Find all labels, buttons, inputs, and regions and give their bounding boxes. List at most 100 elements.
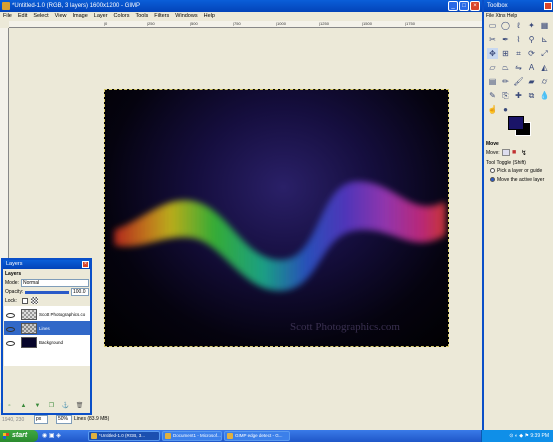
taskbar-item[interactable]: Document1 - Microsof... — [162, 431, 222, 441]
opacity-field[interactable]: 100.0 — [71, 288, 89, 296]
lock-label: Lock: — [5, 298, 17, 304]
menu-image[interactable]: Image — [72, 12, 87, 21]
zoom-select[interactable]: 50% — [56, 415, 72, 424]
move-layer-mode-icon[interactable] — [502, 149, 510, 156]
raise-layer-icon[interactable]: ▲ — [19, 402, 28, 410]
menu-colors[interactable]: Colors — [114, 12, 130, 21]
rect-select-icon[interactable]: ▭ — [487, 20, 498, 31]
image-canvas[interactable]: Scott Photographics.com — [104, 89, 449, 347]
opacity-slider[interactable] — [25, 291, 69, 294]
text-icon[interactable]: A — [526, 62, 537, 73]
color-select-icon[interactable]: ▦ — [539, 20, 550, 31]
menu-bar: File Edit Select View Image Layer Colors… — [0, 12, 482, 21]
blur-icon[interactable]: 💧 — [539, 90, 550, 101]
scale-icon[interactable]: ⤢ — [539, 48, 550, 59]
menu-select[interactable]: Select — [33, 12, 48, 21]
layer-row[interactable]: Background — [4, 335, 90, 349]
paths-icon[interactable]: ✒ — [500, 34, 511, 45]
perspective-icon[interactable]: ⏢ — [500, 62, 511, 73]
duplicate-layer-icon[interactable]: ❐ — [47, 402, 56, 410]
perspective-clone-icon[interactable]: ⧉ — [526, 90, 537, 101]
new-layer-icon[interactable]: ▫ — [5, 402, 14, 410]
eye-icon[interactable] — [6, 339, 15, 346]
tool-toggle-label: Tool Toggle (Shift) — [486, 160, 526, 166]
mode-label: Mode: — [5, 280, 19, 286]
crop-icon[interactable]: ⌗ — [513, 48, 524, 59]
move-active-label: Move the active layer — [497, 177, 545, 183]
menu-windows[interactable]: Windows — [175, 12, 197, 21]
clone-icon[interactable]: ⎘ — [500, 90, 511, 101]
pencil-icon[interactable]: ✏ — [500, 76, 511, 87]
bucket-fill-icon[interactable]: ◭ — [539, 62, 550, 73]
menu-help[interactable]: Help — [204, 12, 215, 21]
toolbox-close-button[interactable] — [544, 2, 552, 10]
tray-icons[interactable]: ⊙ ◐ ◆ ⚑ — [509, 433, 530, 439]
delete-layer-icon[interactable]: 🗑 — [75, 402, 84, 410]
move-path-mode-icon[interactable]: ↯ — [521, 149, 527, 157]
flip-icon[interactable]: ⇋ — [513, 62, 524, 73]
menu-file[interactable]: File — [3, 12, 12, 21]
lock-alpha-icon[interactable] — [31, 297, 38, 304]
watermark-text: Scott Photographics.com — [290, 321, 400, 333]
pick-layer-option[interactable]: Pick a layer or guide — [490, 168, 542, 174]
eye-icon[interactable] — [6, 325, 15, 332]
layer-name: Lines — [39, 325, 50, 331]
blend-icon[interactable]: ▤ — [487, 76, 498, 87]
layer-row[interactable]: Scott Photographics.co — [4, 307, 90, 321]
maximize-button[interactable]: □ — [459, 1, 469, 11]
layer-row[interactable]: Lines — [4, 321, 90, 335]
move-mode-label: Move: — [486, 150, 500, 156]
taskbar-item[interactable]: *Untitled-1.0 (RGB, 3... — [88, 431, 160, 441]
layers-close-button[interactable]: × — [82, 261, 89, 268]
fuzzy-select-icon[interactable]: ✦ — [526, 20, 537, 31]
layers-header: Layers — [5, 271, 22, 277]
layers-dialog: Layers × Layers Mode: Normal Opacity: 10… — [1, 258, 92, 415]
windows-taskbar: start ◉ ▣ ◈ *Untitled-1.0 (RGB, 3... Doc… — [0, 430, 553, 442]
ellipse-select-icon[interactable]: ◯ — [500, 20, 511, 31]
horizontal-ruler[interactable]: |0 |250 |500 |750 |1000 |1250 |1500 |175… — [9, 21, 482, 28]
free-select-icon[interactable]: ℓ — [513, 20, 524, 31]
lower-layer-icon[interactable]: ▼ — [33, 402, 42, 410]
align-icon[interactable]: ⊞ — [500, 48, 511, 59]
menu-layer[interactable]: Layer — [94, 12, 108, 21]
rotate-icon[interactable]: ⟳ — [526, 48, 537, 59]
taskbar-item[interactable]: GIMP edge detect - G... — [224, 431, 290, 441]
move-active-option[interactable]: Move the active layer — [490, 177, 544, 183]
start-button[interactable]: start — [0, 430, 38, 442]
zoom-icon[interactable]: ⚲ — [526, 34, 537, 45]
quick-launch-icons[interactable]: ◉ ▣ ◈ — [42, 432, 61, 439]
toolbox-window: Toolbox File Xtns Help ▭ ◯ ℓ ✦ ▦ ✂ ✒ ⌇ ⚲… — [482, 0, 553, 430]
airbrush-icon[interactable]: ⌭ — [539, 76, 550, 87]
ruler-tick: |1500 — [362, 21, 372, 26]
shear-icon[interactable]: ▱ — [487, 62, 498, 73]
toolbox-menu[interactable]: File Xtns Help — [484, 12, 553, 20]
layer-thumbnail — [21, 336, 37, 348]
tool-grid: ▭ ◯ ℓ ✦ ▦ ✂ ✒ ⌇ ⚲ ⊾ ✥ ⊞ ⌗ ⟳ ⤢ ▱ ⏢ ⇋ A ◭ … — [487, 20, 553, 118]
move-icon[interactable]: ✥ — [487, 48, 498, 59]
move-active-radio[interactable] — [490, 177, 495, 183]
dodge-burn-icon[interactable]: ● — [500, 104, 511, 115]
heal-icon[interactable]: ✚ — [513, 90, 524, 101]
color-picker-icon[interactable]: ⌇ — [513, 34, 524, 45]
pick-layer-radio[interactable] — [490, 168, 495, 174]
smudge-icon[interactable]: ☝ — [487, 104, 498, 115]
pointer-coords: 1940, 230 — [2, 417, 25, 423]
lock-checkbox[interactable] — [22, 298, 28, 304]
paintbrush-icon[interactable]: 🖌 — [513, 76, 524, 87]
eye-icon[interactable] — [6, 311, 15, 318]
close-button[interactable]: × — [470, 1, 480, 11]
menu-tools[interactable]: Tools — [135, 12, 148, 21]
menu-view[interactable]: View — [55, 12, 67, 21]
unit-select[interactable]: px — [34, 415, 48, 424]
move-selection-mode-icon[interactable]: ■ — [512, 149, 516, 156]
mode-select[interactable]: Normal — [21, 279, 89, 287]
measure-icon[interactable]: ⊾ — [539, 34, 550, 45]
foreground-color-swatch[interactable] — [508, 116, 524, 130]
eraser-icon[interactable]: ▰ — [526, 76, 537, 87]
minimize-button[interactable]: _ — [448, 1, 458, 11]
scissors-icon[interactable]: ✂ — [487, 34, 498, 45]
menu-edit[interactable]: Edit — [18, 12, 27, 21]
ink-icon[interactable]: ✎ — [487, 90, 498, 101]
anchor-layer-icon[interactable]: ⚓ — [61, 402, 70, 410]
menu-filters[interactable]: Filters — [154, 12, 169, 21]
